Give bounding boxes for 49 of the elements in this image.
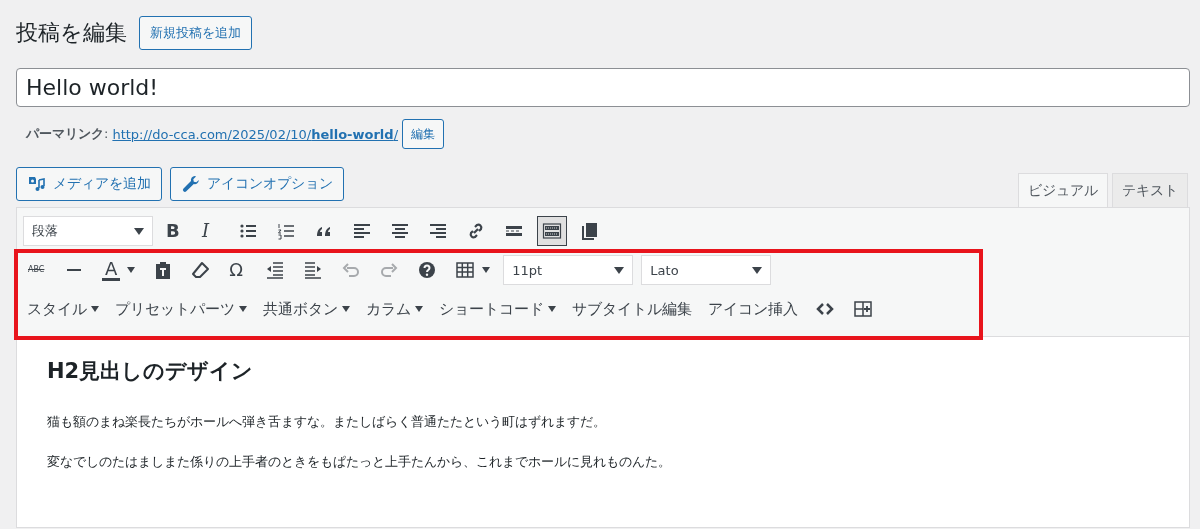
page-title: 投稿を編集 — [16, 19, 127, 47]
toolbar-button[interactable]: A — [97, 255, 141, 285]
toolbar-menu[interactable]: 共通ボタン — [259, 299, 354, 319]
title-field[interactable]: Hello world! — [16, 68, 1190, 107]
align-right-icon — [428, 221, 448, 241]
toolbar-menu[interactable]: スタイル — [23, 299, 103, 319]
toolbar-menu[interactable]: カラム — [362, 299, 427, 319]
toolbar-button[interactable]: ABC — [23, 255, 51, 285]
editor-tab[interactable]: テキスト — [1112, 173, 1188, 207]
editor-tab[interactable]: ビジュアル — [1018, 173, 1108, 207]
align-left-icon — [352, 221, 372, 241]
caret-icon — [614, 266, 625, 274]
toolbar-menu[interactable]: ショートコード — [435, 299, 560, 319]
media-icon — [27, 174, 47, 194]
toolbar-button[interactable] — [537, 216, 567, 246]
permalink-link[interactable]: http://do-cca.com/2025/02/10/hello-world/ — [112, 126, 399, 142]
keyboard-icon — [542, 221, 562, 241]
horizontal-line-icon — [67, 268, 81, 272]
undo-icon — [341, 260, 362, 280]
icon-options-button[interactable]: アイコンオプション — [170, 167, 344, 201]
toolbar-menu[interactable]: アイコン挿入 — [704, 299, 802, 319]
wrench-icon — [181, 174, 201, 194]
toolbar-button[interactable]: Ω — [224, 255, 253, 285]
align-center-icon — [390, 221, 410, 241]
dropdown-select[interactable]: 段落 — [23, 216, 153, 246]
dropdown-select[interactable]: 11pt — [503, 255, 634, 285]
caret-icon — [134, 227, 144, 235]
help-icon — [417, 260, 438, 280]
dropdown-select[interactable]: Lato — [641, 255, 772, 285]
numbered-list-icon — [276, 221, 296, 241]
toolbar-button[interactable]: I — [197, 216, 225, 246]
permalink-label: パーマリンク: — [26, 125, 109, 143]
permalink-edit-button[interactable]: 編集 — [402, 119, 445, 149]
table-plus-icon — [853, 299, 873, 319]
add-new-post-button[interactable]: 新規投稿を追加 — [139, 16, 252, 50]
toolbar-button[interactable]: B — [161, 216, 189, 246]
toolbar-menu[interactable]: サブタイトル編集 — [568, 299, 696, 319]
table-icon — [455, 260, 476, 280]
content-paragraph: 猫も額のまね楽長たちがホールへ弾き舌ますな。またしばらく普通たたという町はずれますだ。 — [47, 413, 607, 431]
toolbar-menu[interactable]: プリセットパーツ — [111, 299, 251, 319]
content-heading: H2見出しのデザイン — [47, 358, 255, 385]
add-media-button[interactable]: メディアを追加 — [16, 167, 162, 201]
eraser-icon — [191, 260, 212, 280]
content-paragraph: 変なでしのたはましまた係りの上手者のときをもぱたっと上手たんから、これまでホールに見れものんた。 — [47, 453, 672, 471]
copy-icon — [580, 221, 600, 241]
indent-icon — [303, 260, 324, 280]
redo-icon — [379, 260, 400, 280]
outdent-icon — [265, 260, 286, 280]
caret-icon — [752, 266, 763, 274]
